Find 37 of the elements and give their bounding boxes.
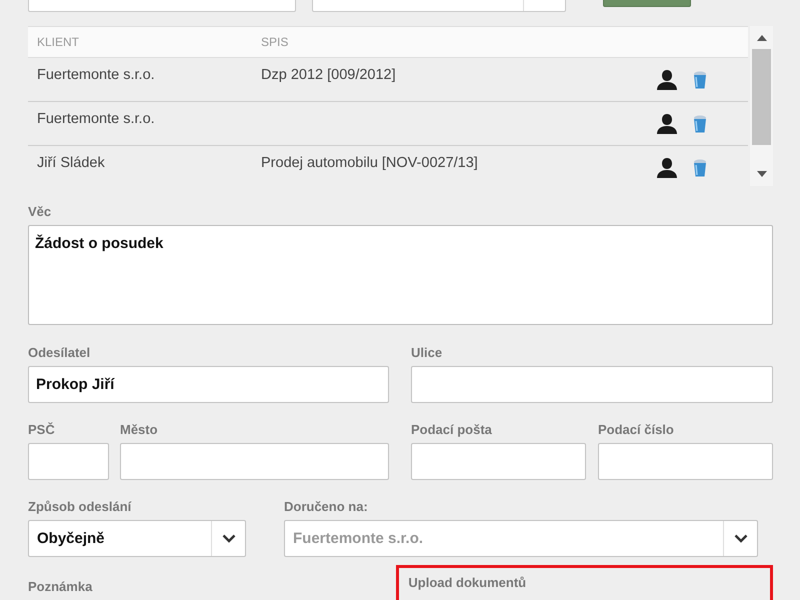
field-label: Způsob odeslání: [28, 499, 132, 514]
select-field[interactable]: Obyčejně: [28, 520, 246, 557]
table-cell-text: Fuertemonte s.r.o.: [36, 110, 156, 129]
chevron-down-icon[interactable]: [734, 534, 748, 543]
field-label: PSČ: [28, 422, 56, 437]
trash-bin-icon[interactable]: [692, 70, 708, 90]
scroll-down-arrow-icon[interactable]: [756, 171, 766, 177]
scrollbar[interactable]: [750, 26, 773, 186]
field-label: Podací číslo: [598, 422, 675, 437]
field-label: Poznámka: [28, 579, 94, 594]
person-icon[interactable]: [656, 157, 678, 179]
field-label: Upload dokumentů: [408, 575, 528, 590]
person-icon[interactable]: [656, 68, 678, 90]
field-label: Ulice: [411, 345, 444, 360]
trash-bin-icon[interactable]: [692, 158, 708, 178]
field-label: Doručeno na:: [284, 499, 369, 514]
text-area[interactable]: Žádost o posudek: [28, 225, 773, 325]
table-cell-text: Prodej automobilu [NOV-0027/13]: [260, 154, 479, 173]
trash-bin-icon[interactable]: [692, 114, 708, 134]
person-icon[interactable]: [656, 112, 678, 134]
field-label: Odesílatel: [28, 345, 92, 360]
field-label: Podací pošta: [411, 422, 493, 437]
table-cell-text: Dzp 2012 [009/2012]: [260, 66, 397, 85]
input-field[interactable]: [120, 443, 389, 480]
table-cell-text: Fuertemonte s.r.o.: [36, 66, 156, 85]
input-field[interactable]: [411, 366, 773, 403]
column-header: KLIENT: [36, 35, 80, 49]
chevron-down-icon[interactable]: [222, 534, 236, 543]
input-field[interactable]: [598, 443, 773, 480]
table-cell-text: Jiří Sládek: [36, 154, 106, 173]
column-header: SPIS: [260, 35, 290, 49]
field-label: Město: [120, 422, 159, 437]
input-field[interactable]: [28, 443, 109, 480]
scroll-up-arrow-icon[interactable]: [756, 35, 766, 41]
input-field[interactable]: Prokop Jiří: [28, 366, 389, 403]
input-field[interactable]: [411, 443, 586, 480]
field-label: Věc: [28, 204, 52, 219]
